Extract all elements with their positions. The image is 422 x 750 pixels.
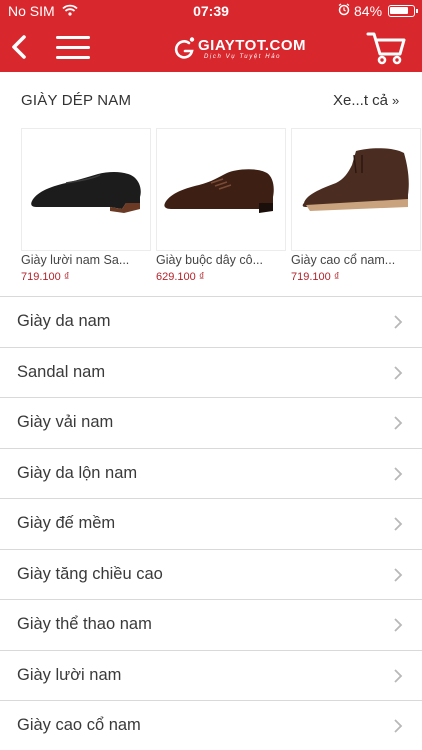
product-name: Giày lười nam Sa... [21, 253, 130, 267]
category-item[interactable]: Giày lười nam [0, 651, 422, 701]
category-label: Sandal nam [17, 362, 106, 381]
product-image [156, 128, 286, 251]
category-label: Giày thể thao nam [17, 615, 152, 633]
chevron-right-icon [394, 315, 403, 329]
category-list: Giày da nam Sandal nam Giày vải nam Giày… [0, 297, 422, 750]
chevron-right-icon [394, 668, 403, 683]
category-item[interactable]: Giày cao cổ nam [0, 701, 422, 750]
category-item[interactable]: Giày thể thao nam [0, 600, 422, 651]
product-card[interactable]: Giày lười nam Sa... 719.100 ₫ [21, 128, 151, 296]
menu-button[interactable] [56, 36, 90, 60]
section-header: GIÀY DÉP NAM Xe...t cả» [0, 72, 422, 128]
chevron-left-icon [12, 35, 26, 59]
product-name: Giày buộc dây cô... [156, 253, 264, 267]
see-all-label: Xe...t cả [333, 92, 389, 109]
product-price: 719.100 ₫ [21, 271, 70, 283]
category-item[interactable]: Giày vải nam [0, 398, 422, 449]
chevron-right-icon [394, 719, 403, 733]
logo[interactable]: GIAYTOT.COM Dịch Vụ Tuyệt Hảo [174, 34, 307, 64]
category-item[interactable]: Giày da nam [0, 297, 422, 348]
category-item[interactable]: Giày tăng chiều cao [0, 550, 422, 600]
loafer-shoe-icon [31, 172, 141, 213]
product-carousel[interactable]: Giày lười nam Sa... 719.100 ₫ Giày buộc … [0, 128, 422, 296]
product-price: 629.100 ₫ [156, 271, 205, 283]
category-label: Giày da nam [17, 312, 111, 330]
battery-percent: 84% [354, 3, 383, 19]
product-price: 719.100 ₫ [291, 271, 340, 283]
category-item[interactable]: Sandal nam [0, 348, 422, 398]
chevron-right-icon [394, 365, 403, 380]
category-label: Giày vải nam [17, 413, 114, 431]
battery-icon [388, 5, 418, 17]
product-card[interactable]: Giày cao cổ nam... 719.100 ₫ [291, 128, 421, 296]
brand-name: GIAYTOT.COM [198, 37, 307, 54]
cart-button[interactable] [366, 30, 406, 66]
chevron-right-icon [394, 618, 403, 632]
see-all-link[interactable]: Xe...t cả» [333, 92, 399, 109]
chevron-right-icon [394, 567, 403, 582]
cart-icon [366, 32, 406, 65]
category-item[interactable]: Giày đế mềm [0, 499, 422, 550]
brand-tagline: Dịch Vụ Tuyệt Hảo [204, 54, 282, 60]
alarm-icon [338, 3, 350, 19]
category-label: Giày đế mềm [17, 514, 116, 532]
app-header: No SIM 07:39 84% GIAYTOT.COM Dịch Vụ Tuy… [0, 0, 422, 72]
product-name: Giày cao cổ nam... [291, 253, 396, 267]
chevron-right-icon [394, 466, 403, 481]
category-label: Giày lười nam [17, 665, 122, 684]
product-card[interactable]: Giày buộc dây cô... 629.100 ₫ [156, 128, 286, 296]
oxford-shoe-icon [164, 169, 274, 213]
double-chevron-right-icon: » [392, 93, 400, 108]
product-image [21, 128, 151, 251]
chevron-right-icon [394, 416, 403, 430]
status-bar: No SIM 07:39 84% [0, 0, 422, 22]
category-label: Giày tăng chiều cao [17, 564, 163, 583]
section-title: GIÀY DÉP NAM [21, 92, 132, 109]
chevron-right-icon [394, 517, 403, 531]
category-label: Giày da lộn nam [17, 463, 138, 482]
boot-icon [302, 148, 409, 211]
nav-bar: GIAYTOT.COM Dịch Vụ Tuyệt Hảo [0, 22, 422, 72]
category-label: Giày cao cổ nam [17, 716, 141, 734]
category-item[interactable]: Giày da lộn nam [0, 449, 422, 499]
product-image [291, 128, 421, 251]
back-button[interactable] [6, 32, 32, 62]
logo-mark-icon [174, 37, 195, 59]
